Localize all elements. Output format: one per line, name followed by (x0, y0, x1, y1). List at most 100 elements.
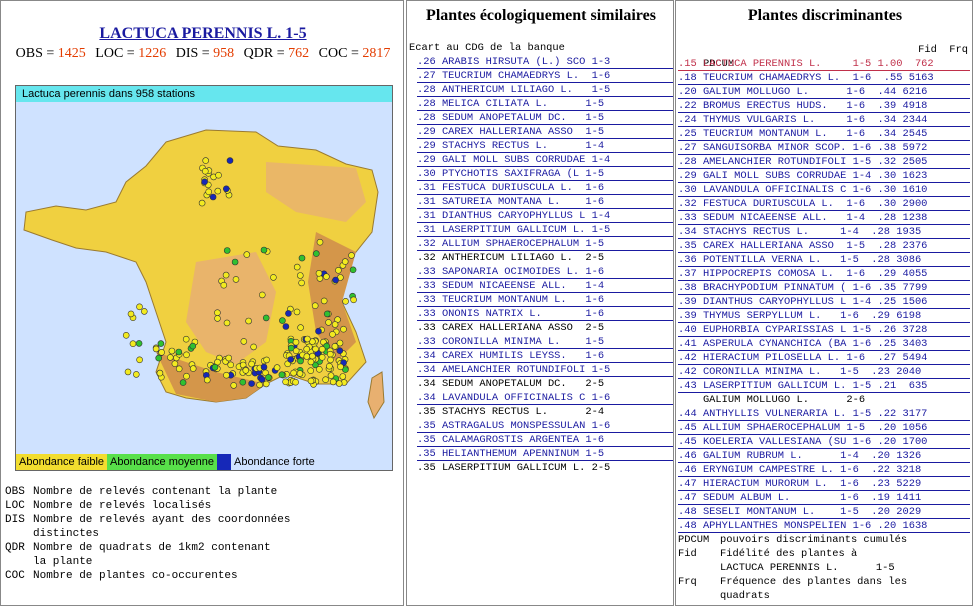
similar-plant-row[interactable]: .29 CAREX HALLERIANA ASSO 1-5 (417, 125, 673, 139)
discriminant-plant-row[interactable]: .28 AMELANCHIER ROTUNDIFOLI 1-5 .32 2505 (678, 155, 970, 169)
observation-dot (339, 373, 347, 380)
observation-dot (292, 378, 299, 386)
observation-dot (316, 238, 324, 246)
observation-dot (248, 380, 255, 387)
discriminant-plant-row[interactable]: .41 ASPERULA CYNANCHICA (BA 1-6 .25 3403 (678, 337, 970, 351)
discriminant-plant-row[interactable]: .36 POTENTILLA VERNA L. 1-5 .28 3086 (678, 253, 970, 267)
similar-plant-row[interactable]: .30 PTYCHOTIS SAXIFRAGA (L 1-5 (417, 167, 673, 181)
observation-dot (282, 378, 289, 386)
observation-dot (183, 351, 190, 359)
observation-dot (124, 368, 132, 376)
discriminant-plant-row[interactable]: .27 SANGUISORBA MINOR SCOP. 1-6 .38 5972 (678, 141, 970, 155)
discriminant-legend: PDCUM pouvoirs discriminants cumulés Fid F… (678, 533, 972, 603)
similar-plant-row[interactable]: .28 SEDUM ANOPETALUM DC. 1-5 (417, 111, 673, 125)
similar-plant-row[interactable]: .29 GALI MOLL SUBS CORRUDAE 1-4 (417, 153, 673, 167)
species-title-link[interactable]: LACTUCA PERENNIS L. 1-5 (1, 25, 403, 43)
observation-dot (209, 193, 217, 201)
observation-dot (155, 354, 162, 362)
discriminant-plant-row[interactable]: .45 KOELERIA VALLESIANA (SU 1-6 .20 1700 (678, 435, 970, 449)
similar-plant-row[interactable]: .29 STACHYS RECTUS L. 1-4 (417, 139, 673, 153)
discriminant-plant-row[interactable]: .33 SEDUM NICAEENSE ALL. 1-4 .28 1238 (678, 211, 970, 225)
observation-dot (215, 171, 222, 179)
observation-dot (168, 347, 176, 355)
observation-dot (329, 331, 336, 338)
stat-dis-value: 958 (213, 46, 235, 61)
discriminant-plant-row[interactable]: .18 TEUCRIUM CHAMAEDRYS L. 1-6 .55 5163 (678, 71, 970, 85)
discriminant-plant-row[interactable]: .42 CORONILLA MINIMA L. 1-5 .23 2040 (678, 365, 970, 379)
observation-dot (348, 252, 355, 259)
discriminant-plant-row[interactable]: .22 BROMUS ERECTUS HUDS. 1-6 .39 4918 (678, 99, 970, 113)
observation-dot (240, 338, 248, 345)
discriminant-plant-row[interactable]: .29 GALI MOLL SUBS CORRUDAE 1-4 .30 1623 (678, 169, 970, 183)
discriminant-plant-row[interactable]: .35 CAREX HALLERIANA ASSO 1-5 .28 2376 (678, 239, 970, 253)
observation-dot (243, 251, 251, 258)
discriminant-plant-row[interactable]: .39 THYMUS SERPYLLUM L. 1-6 .29 6198 (678, 309, 970, 323)
similar-plant-row[interactable]: .33 SAPONARIA OCIMOIDES L. 1-6 (417, 265, 673, 279)
discriminant-plant-row[interactable]: .20 GALIUM MOLLUGO L. 1-6 .44 6216 (678, 85, 970, 99)
similar-plant-row[interactable]: .28 MELICA CILIATA L. 1-5 (417, 97, 673, 111)
stat-loc-value: 1226 (138, 46, 167, 61)
similar-plant-row[interactable]: .33 TEUCRIUM MONTANUM L. 1-6 (417, 293, 673, 307)
similar-plant-row[interactable]: .33 CORONILLA MINIMA L. 1-5 (417, 335, 673, 349)
similar-plant-row[interactable]: .31 SATUREIA MONTANA L. 1-6 (417, 195, 673, 209)
observation-dot (293, 308, 301, 316)
discriminant-plant-row[interactable]: .42 HIERACIUM PILOSELLA L. 1-6 .27 5494 (678, 351, 970, 365)
map-legend: Abondance faible Abondance moyenne Abond… (16, 454, 392, 470)
observation-dot (127, 310, 135, 318)
similar-plant-row[interactable]: .35 ASTRAGALUS MONSPESSULAN 1-6 (417, 419, 673, 433)
similar-plant-row[interactable]: .28 ANTHERICUM LILIAGO L. 1-5 (417, 83, 673, 97)
observation-dot (312, 250, 320, 257)
observation-dot (129, 340, 137, 347)
observation-dot (230, 382, 237, 389)
discriminant-plant-row[interactable]: .47 HIERACIUM MURORUM L. 1-6 .23 5229 (678, 477, 970, 491)
similar-plant-row: .33 CAREX HALLERIANA ASSO 2-5 (417, 322, 605, 334)
similar-plant-row[interactable]: .31 DIANTHUS CARYOPHYLLUS L 1-4 (417, 209, 673, 223)
observation-dot (167, 354, 174, 361)
similar-plant-row[interactable]: .26 ARABIS HIRSUTA (L.) SCO 1-3 (417, 55, 673, 69)
discriminant-plant-row[interactable]: .25 TEUCRIUM MONTANUM L. 1-6 .34 2545 (678, 127, 970, 141)
discriminant-plant-row[interactable]: .48 APHYLLANTHES MONSPELIEN 1-6 .20 1638 (678, 519, 970, 533)
similar-plant-row: .35 STACHYS RECTUS L. 2-4 (417, 406, 605, 418)
discriminant-plant-row[interactable]: .48 SESELI MONTANUM L. 1-5 .20 2029 (678, 505, 970, 519)
observation-dot (304, 335, 311, 343)
definitions-list: OBS Nombre de relevés contenant la plante… (5, 485, 403, 583)
similar-plant-row[interactable]: .33 ONONIS NATRIX L. 1-6 (417, 307, 673, 321)
similar-plant-row[interactable]: .31 FESTUCA DURIUSCULA L. 1-6 (417, 181, 673, 195)
discriminant-plant-row[interactable]: .34 STACHYS RECTUS L. 1-4 .28 1935 (678, 225, 970, 239)
discriminant-plant-row[interactable]: .38 BRACHYPODIUM PINNATUM ( 1-6 .35 7799 (678, 281, 970, 295)
similar-plant-row[interactable]: .35 HELIANTHEMUM APENNINUM 1-5 (417, 447, 673, 461)
similar-plant-row[interactable]: .31 LASERPITIUM GALLICUM L. 1-5 (417, 223, 673, 237)
discriminant-plant-row[interactable]: .45 ALLIUM SPHAEROCEPHALUM 1-5 .20 1056 (678, 421, 970, 435)
discriminant-plant-row[interactable]: .46 ERYNGIUM CAMPESTRE L. 1-6 .22 3218 (678, 463, 970, 477)
observation-dot (292, 338, 300, 346)
similar-plant-row[interactable]: .34 CAREX HUMILIS LEYSS. 1-6 (417, 349, 673, 363)
similar-plant-row[interactable]: .27 TEUCRIUM CHAMAEDRYS L. 1-6 (417, 69, 673, 83)
discriminant-plant-row[interactable]: .15 LACTUCA PERENNIS L. 1-5 1.00 762 (678, 57, 970, 71)
similar-plant-row[interactable]: .34 AMELANCHIER ROTUNDIFOLI 1-5 (417, 363, 673, 377)
similar-plant-row[interactable]: .34 LAVANDULA OFFICINALIS C 1-6 (417, 391, 673, 405)
similar-plant-row[interactable]: .32 ALLIUM SPHAEROCEPHALUM 1-5 (417, 237, 673, 251)
observation-dot (296, 272, 304, 279)
stats-line: OBS = 1425 LOC = 1226 DIS = 958 QDR = 76… (15, 46, 391, 61)
observation-dot (211, 363, 219, 371)
similar-plant-row[interactable]: .35 CALAMAGROSTIS ARGENTEA 1-6 (417, 433, 673, 447)
similar-plant-row: .34 SEDUM ANOPETALUM DC. 2-5 (417, 378, 605, 390)
observation-dot (279, 317, 286, 324)
observation-dot (263, 356, 270, 364)
discriminant-plant-row[interactable]: .40 EUPHORBIA CYPARISSIAS L 1-5 .26 3728 (678, 323, 970, 337)
discriminant-plant-row[interactable]: .46 GALIUM RUBRUM L. 1-4 .20 1326 (678, 449, 970, 463)
discriminant-plant-row[interactable]: .30 LAVANDULA OFFICINALIS C 1-6 .30 1610 (678, 183, 970, 197)
similar-plant-row[interactable]: .33 SEDUM NICAEENSE ALL. 1-4 (417, 279, 673, 293)
observation-dot (318, 345, 326, 353)
definition-row: DIS Nombre de relevés ayant des coordonné… (5, 514, 291, 540)
legend-high-swatch (216, 454, 231, 470)
discriminant-plant-row[interactable]: .32 FESTUCA DURIUSCULA L. 1-6 .30 2900 (678, 197, 970, 211)
observation-dot (323, 310, 331, 318)
observation-dot (326, 362, 333, 370)
discriminant-plant-row[interactable]: .47 SEDUM ALBUM L. 1-6 .19 1411 (678, 491, 970, 505)
discriminant-plant-row[interactable]: .37 HIPPOCREPIS COMOSA L. 1-6 .29 4055 (678, 267, 970, 281)
discriminant-plant-row[interactable]: .24 THYMUS VULGARIS L. 1-6 .34 2344 (678, 113, 970, 127)
discriminant-plant-row[interactable]: .44 ANTHYLLIS VULNERARIA L. 1-5 .22 3177 (678, 407, 970, 421)
discriminant-plant-row[interactable]: .39 DIANTHUS CARYOPHYLLUS L 1-4 .25 1506 (678, 295, 970, 309)
discriminant-plant-row[interactable]: .43 LASERPITIUM GALLICUM L. 1-5 .21 635 (678, 379, 970, 393)
